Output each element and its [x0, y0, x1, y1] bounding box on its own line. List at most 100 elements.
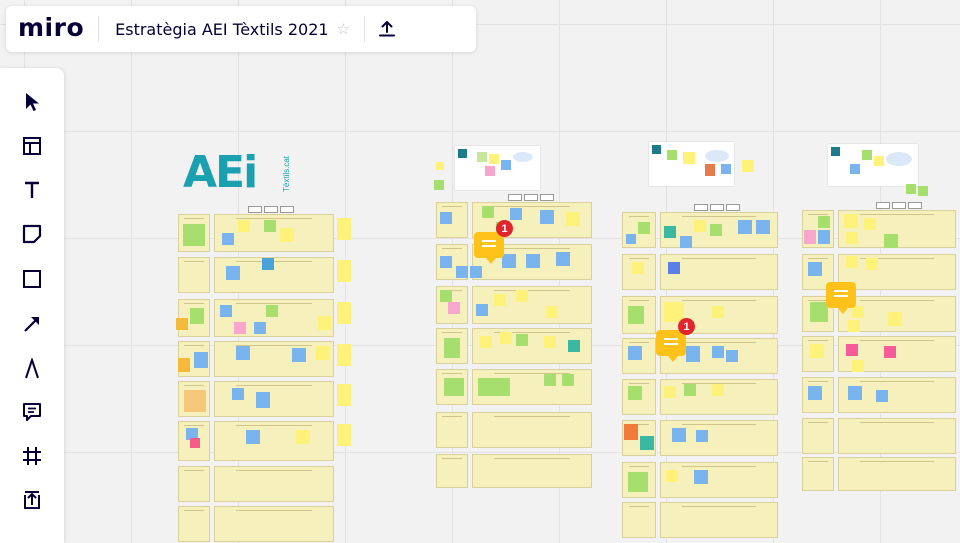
sticky-note[interactable] [236, 346, 250, 360]
sticky-note[interactable] [337, 302, 351, 324]
frame[interactable] [178, 466, 210, 502]
sticky-note[interactable] [664, 386, 676, 398]
sticky-note[interactable] [510, 208, 522, 220]
sticky-note[interactable] [866, 258, 878, 270]
sticky-note[interactable] [696, 430, 708, 442]
sticky-note[interactable] [640, 436, 654, 450]
sticky-note[interactable] [220, 305, 232, 317]
star-icon[interactable]: ☆ [337, 20, 364, 38]
sticky-note[interactable] [818, 230, 830, 244]
sticky-note[interactable] [292, 348, 306, 362]
sticky-note[interactable] [264, 220, 276, 232]
sticky-note[interactable] [184, 390, 206, 412]
sticky-note[interactable] [500, 332, 512, 344]
sticky-note[interactable] [262, 258, 274, 270]
sticky-note[interactable] [852, 306, 864, 318]
sticky-note[interactable] [232, 388, 244, 400]
sticky-note[interactable] [544, 336, 556, 348]
sticky-note[interactable] [884, 346, 896, 358]
frame[interactable] [178, 506, 210, 542]
sticky-note[interactable] [668, 262, 680, 274]
comment-pin-1[interactable]: 1 [474, 220, 513, 264]
sticky-note[interactable] [664, 226, 676, 238]
comment-pin-2[interactable]: 1 [656, 318, 695, 362]
sticky-note[interactable] [226, 266, 240, 280]
sticky-note[interactable] [440, 212, 452, 224]
sticky-note[interactable] [626, 234, 636, 244]
sticky-note[interactable] [246, 430, 260, 444]
sticky-note[interactable] [628, 306, 644, 324]
sticky-note[interactable] [238, 220, 250, 232]
sticky-note[interactable] [222, 233, 234, 245]
frame[interactable] [472, 286, 592, 324]
connection-line-tool[interactable] [14, 308, 50, 344]
sticky-note[interactable] [178, 358, 190, 372]
sticky-note[interactable] [684, 384, 696, 396]
sticky-note[interactable] [254, 322, 266, 334]
sticky-note[interactable] [337, 424, 351, 446]
comment-pin-3[interactable] [826, 282, 856, 314]
comment-tool[interactable] [14, 396, 50, 432]
sticky-note[interactable] [742, 160, 754, 172]
sticky-note[interactable] [544, 374, 556, 386]
sticky-note[interactable] [470, 266, 482, 278]
frame-navigation[interactable] [248, 206, 294, 213]
sticky-note[interactable] [810, 344, 824, 358]
sticky-note[interactable] [876, 390, 888, 402]
sticky-note[interactable] [808, 262, 822, 276]
sticky-note[interactable] [296, 430, 310, 444]
sticky-note[interactable] [738, 220, 752, 234]
frame[interactable] [436, 454, 468, 488]
sticky-note[interactable] [183, 224, 205, 246]
board-title[interactable]: Estratègia AEI Tèxtils 2021 [99, 20, 336, 39]
sticky-note[interactable] [482, 206, 494, 218]
sticky-note[interactable] [712, 346, 724, 358]
shape-tool[interactable] [14, 263, 50, 299]
sticky-note[interactable] [906, 184, 916, 194]
sticky-note[interactable] [624, 424, 638, 440]
sticky-note[interactable] [176, 318, 188, 330]
sticky-note[interactable] [337, 218, 351, 240]
frame[interactable] [838, 457, 956, 491]
sticky-note[interactable] [628, 346, 642, 360]
sticky-note[interactable] [864, 218, 876, 230]
sticky-note[interactable] [804, 230, 816, 244]
sticky-note[interactable] [448, 302, 460, 314]
sticky-note[interactable] [818, 216, 830, 228]
frame-navigation[interactable] [508, 194, 554, 201]
board-thumbnail[interactable] [828, 144, 918, 186]
sticky-note[interactable] [234, 322, 246, 334]
sticky-note[interactable] [516, 334, 528, 346]
frame-tool[interactable] [14, 440, 50, 476]
sticky-note[interactable] [436, 162, 444, 170]
sticky-note[interactable] [712, 384, 724, 396]
sticky-note[interactable] [516, 290, 528, 302]
sticky-note[interactable] [444, 338, 460, 358]
sticky-note[interactable] [846, 256, 858, 268]
sticky-note[interactable] [686, 346, 700, 362]
sticky-note[interactable] [846, 344, 858, 356]
frame[interactable] [178, 257, 210, 293]
sticky-note-tool[interactable] [14, 218, 50, 254]
sticky-note[interactable] [628, 386, 642, 400]
miro-logo[interactable]: miro [6, 15, 98, 44]
sticky-note[interactable] [256, 392, 270, 408]
sticky-note[interactable] [337, 344, 351, 366]
frame[interactable] [802, 418, 834, 454]
sticky-note[interactable] [194, 352, 208, 368]
sticky-note[interactable] [190, 308, 204, 324]
sticky-note[interactable] [440, 256, 452, 268]
sticky-note[interactable] [852, 360, 864, 372]
sticky-note[interactable] [694, 470, 708, 484]
sticky-note[interactable] [888, 312, 902, 326]
sticky-note[interactable] [280, 228, 294, 242]
sticky-note[interactable] [562, 374, 574, 386]
sticky-note[interactable] [190, 438, 200, 448]
sticky-note[interactable] [672, 428, 686, 442]
sticky-note[interactable] [566, 212, 580, 226]
sticky-note[interactable] [848, 320, 860, 332]
sticky-note[interactable] [478, 378, 510, 396]
sticky-note[interactable] [884, 234, 898, 248]
sticky-note[interactable] [440, 290, 452, 302]
sticky-note[interactable] [756, 220, 770, 234]
